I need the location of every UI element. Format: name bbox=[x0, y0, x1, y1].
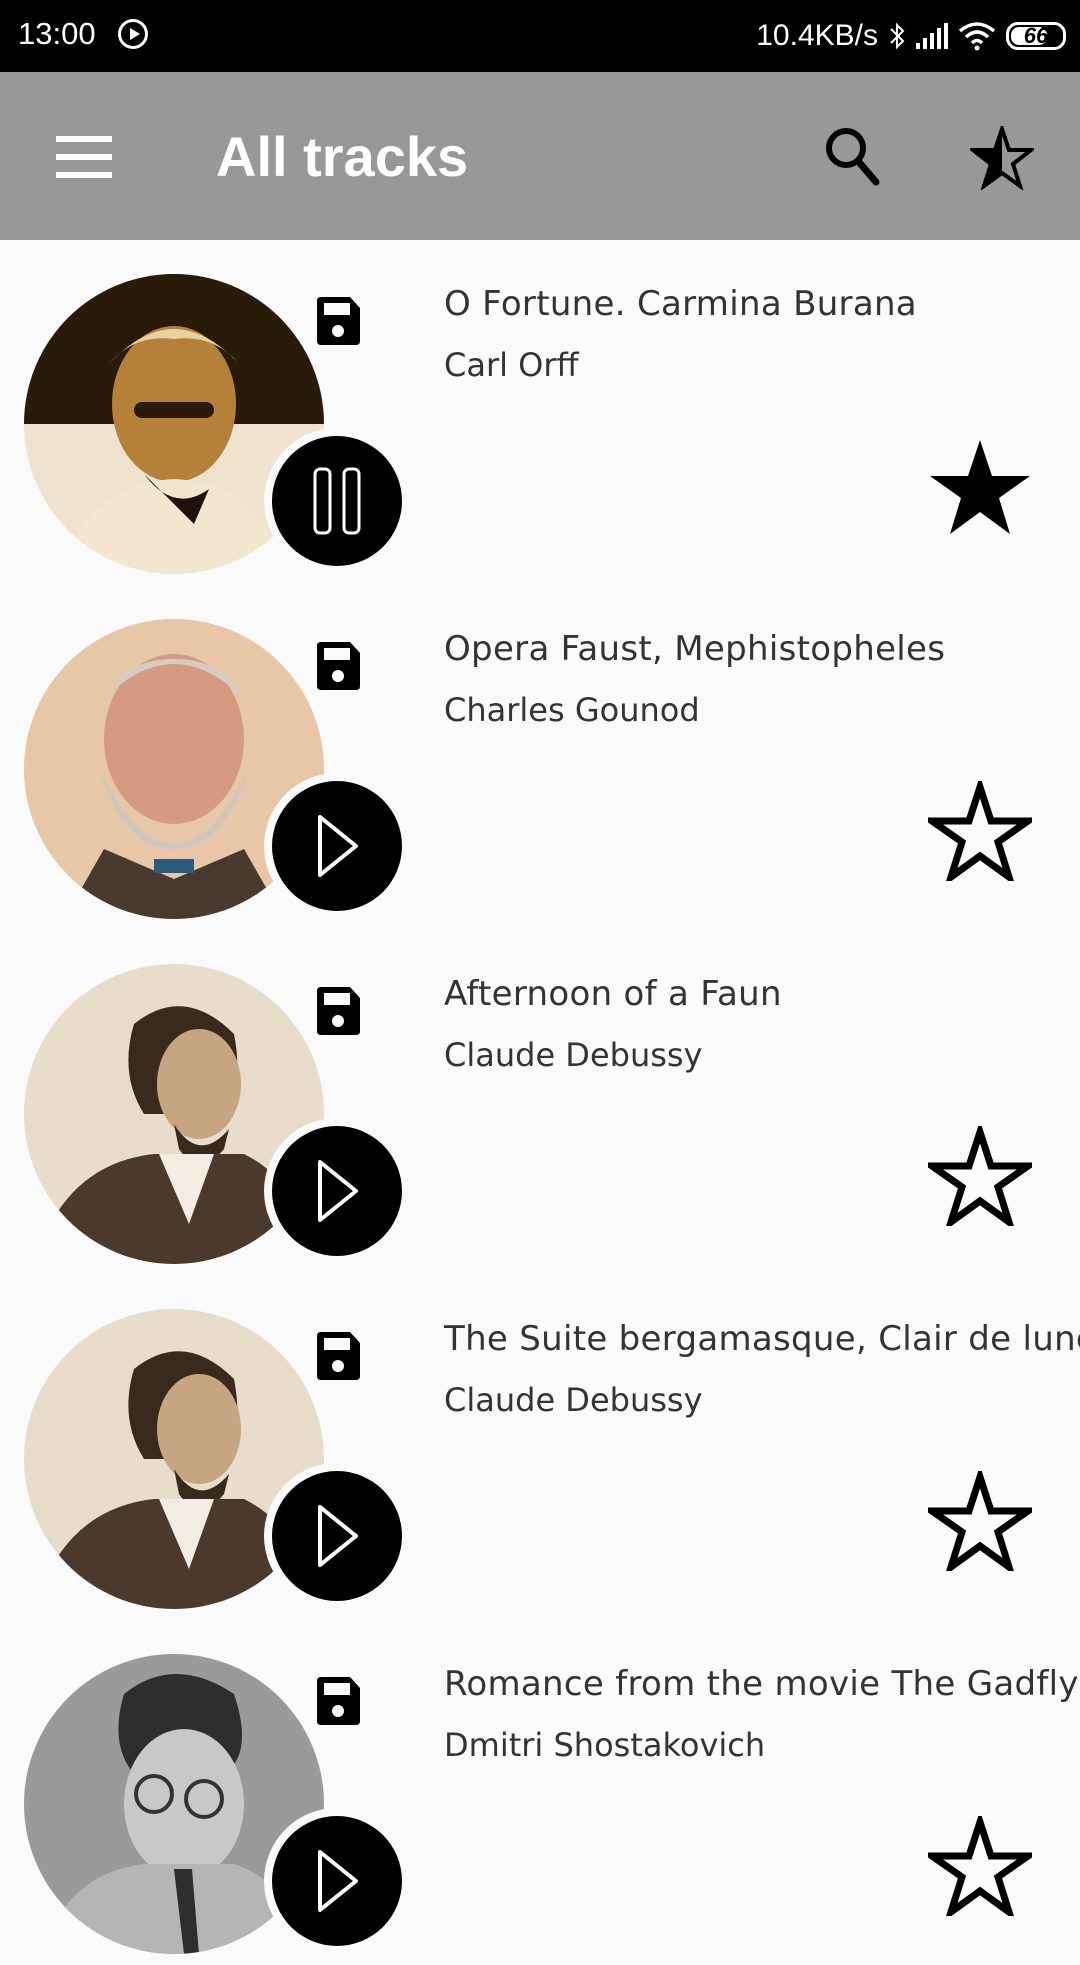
track-list: O Fortune. Carmina Burana Carl Orff Oper… bbox=[0, 240, 1080, 1965]
star-outline-icon[interactable] bbox=[928, 1816, 1032, 1916]
track-row[interactable]: The Suite bergamasque, Clair de lune Cla… bbox=[0, 1275, 1080, 1620]
save-icon[interactable] bbox=[314, 1330, 362, 1382]
track-title: Romance from the movie The Gadfly bbox=[444, 1664, 1079, 1704]
track-artist: Carl Orff bbox=[444, 346, 579, 384]
track-title: The Suite bergamasque, Clair de lune bbox=[444, 1319, 1080, 1359]
track-row[interactable]: Romance from the movie The Gadfly Dmitri… bbox=[0, 1620, 1080, 1965]
track-title: Opera Faust, Mephistopheles bbox=[444, 629, 946, 669]
save-icon[interactable] bbox=[314, 640, 362, 692]
play-button[interactable] bbox=[264, 773, 410, 919]
battery-level: 66 bbox=[1023, 23, 1049, 48]
pause-button[interactable] bbox=[264, 428, 410, 574]
bluetooth-icon bbox=[890, 22, 905, 50]
status-time: 13:00 bbox=[18, 16, 96, 51]
status-bar: 13:00 10.4KB/s 66 bbox=[0, 0, 1080, 72]
star-outline-icon[interactable] bbox=[928, 1471, 1032, 1571]
track-row[interactable]: O Fortune. Carmina Burana Carl Orff bbox=[0, 240, 1080, 585]
search-icon[interactable] bbox=[822, 124, 882, 188]
track-title: Afternoon of a Faun bbox=[444, 974, 782, 1014]
play-button[interactable] bbox=[264, 1463, 410, 1609]
play-icon bbox=[318, 815, 358, 877]
star-outline-icon[interactable] bbox=[928, 1126, 1032, 1226]
track-artist: Dmitri Shostakovich bbox=[444, 1726, 766, 1764]
save-icon[interactable] bbox=[314, 1675, 362, 1727]
play-button[interactable] bbox=[264, 1118, 410, 1264]
battery-icon: 66 bbox=[1006, 22, 1066, 50]
media-playing-icon bbox=[118, 19, 148, 49]
wifi-icon bbox=[958, 22, 996, 51]
save-icon[interactable] bbox=[314, 985, 362, 1037]
play-button[interactable] bbox=[264, 1808, 410, 1954]
page-title: All tracks bbox=[216, 125, 469, 188]
track-artist: Charles Gounod bbox=[444, 691, 700, 729]
half-star-icon[interactable] bbox=[970, 126, 1034, 190]
network-speed: 10.4KB/s bbox=[756, 19, 878, 52]
app-bar: All tracks bbox=[0, 72, 1080, 240]
play-icon bbox=[318, 1850, 358, 1912]
hamburger-menu-icon[interactable] bbox=[56, 136, 112, 178]
play-icon bbox=[318, 1160, 358, 1222]
track-row[interactable]: Afternoon of a Faun Claude Debussy bbox=[0, 930, 1080, 1275]
track-title: O Fortune. Carmina Burana bbox=[444, 284, 917, 324]
star-outline-icon[interactable] bbox=[928, 781, 1032, 881]
play-icon bbox=[318, 1505, 358, 1567]
track-artist: Claude Debussy bbox=[444, 1036, 703, 1074]
status-icons: 10.4KB/s 66 bbox=[756, 14, 1066, 58]
signal-icon bbox=[916, 23, 948, 49]
track-row[interactable]: Opera Faust, Mephistopheles Charles Goun… bbox=[0, 585, 1080, 930]
save-icon[interactable] bbox=[314, 295, 362, 347]
pause-icon bbox=[313, 467, 361, 535]
star-filled-icon[interactable] bbox=[928, 436, 1032, 536]
track-artist: Claude Debussy bbox=[444, 1381, 703, 1419]
